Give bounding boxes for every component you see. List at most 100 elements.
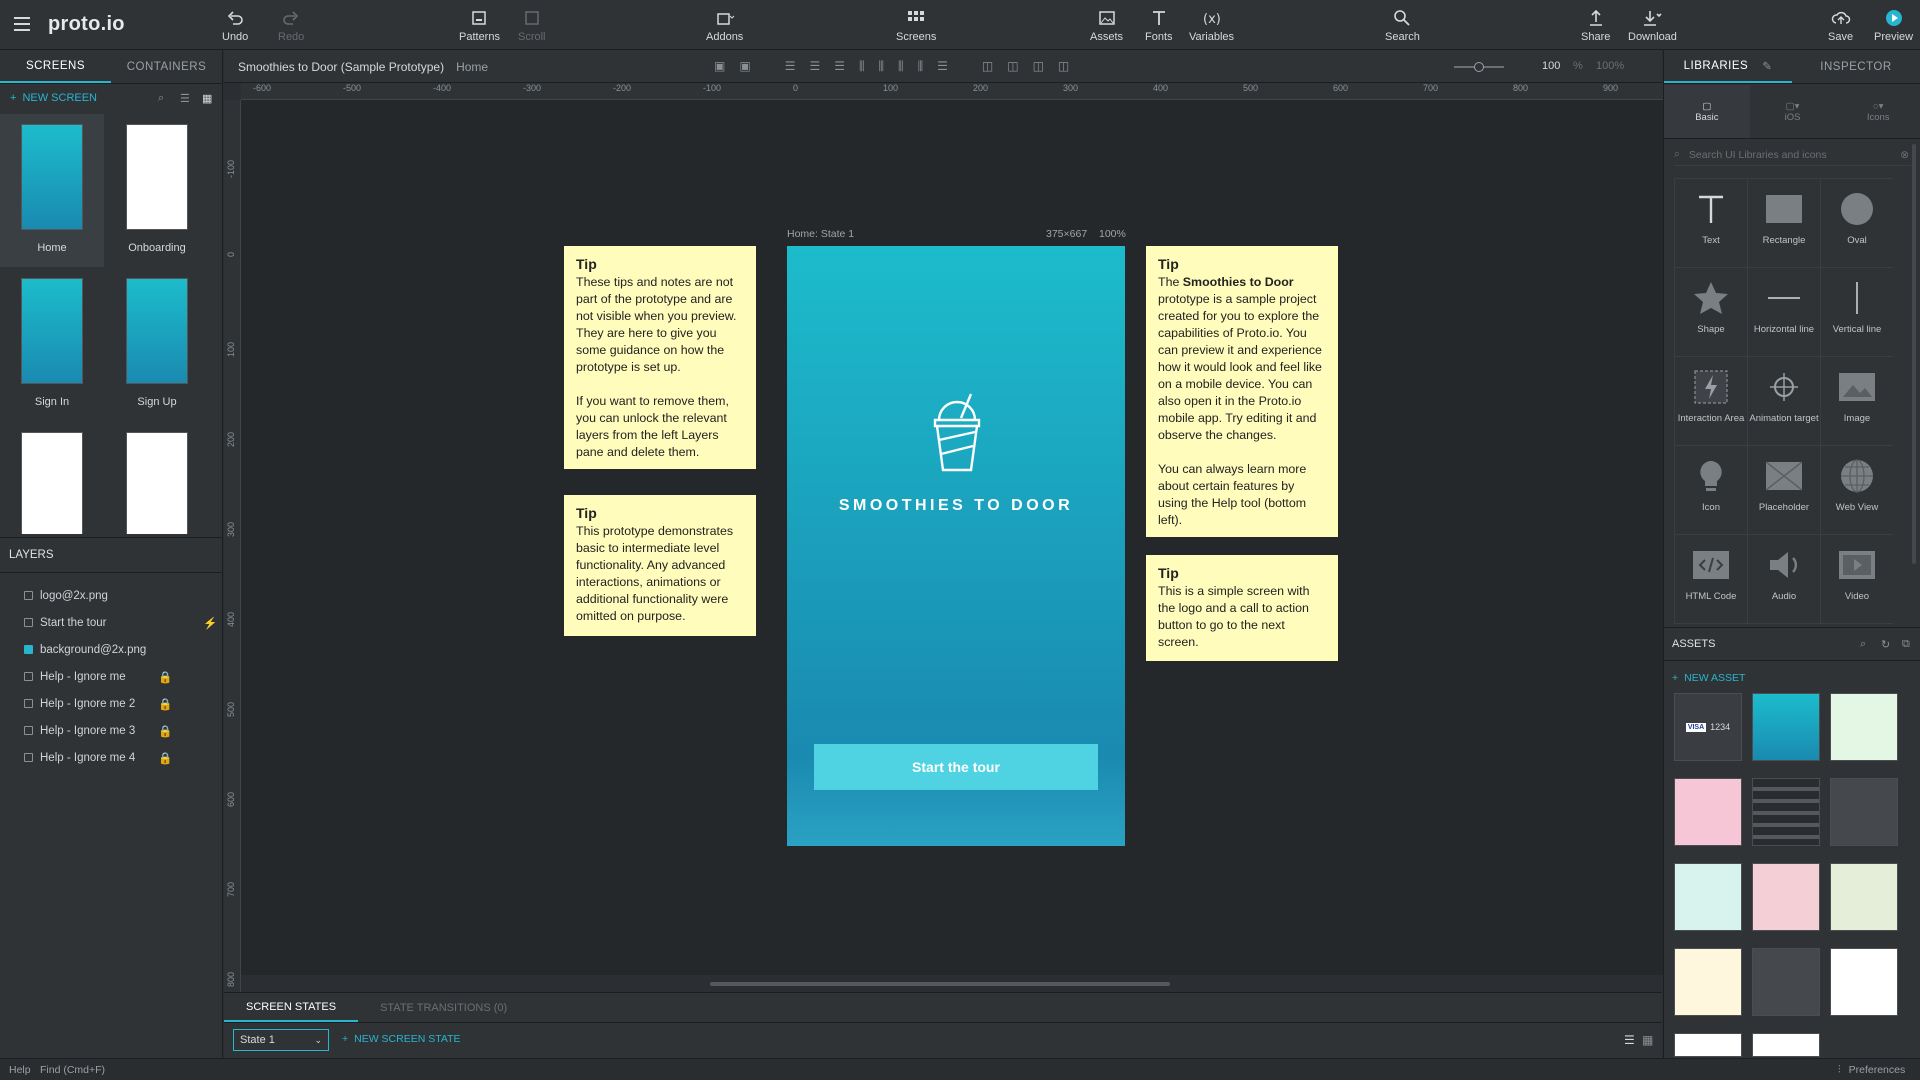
layer-item[interactable]: logo@2x.png xyxy=(0,582,223,609)
library-scrollbar[interactable] xyxy=(1912,144,1916,564)
screen-thumb-sign-in[interactable]: Sign In xyxy=(0,268,104,421)
align-right-icon[interactable]: ☰ xyxy=(834,59,845,74)
download-button[interactable]: Download xyxy=(1628,8,1677,43)
share-button[interactable]: Share xyxy=(1581,8,1610,43)
library-search-input[interactable]: ⌕ Search UI Libraries and icons ⊗ xyxy=(1674,144,1911,166)
tab-state-transitions[interactable]: STATE TRANSITIONS (0) xyxy=(358,993,529,1022)
preferences-link[interactable]: ⫶ Preferences xyxy=(1838,1064,1905,1077)
zoom-slider[interactable] xyxy=(1454,62,1504,72)
tab-screens[interactable]: SCREENS xyxy=(0,50,111,83)
lib-item-audio[interactable]: Audio xyxy=(1748,535,1821,624)
layer-item[interactable]: background@2x.png xyxy=(0,636,223,663)
asset-fruits[interactable] xyxy=(1830,693,1898,761)
align-icon[interactable]: ▣ xyxy=(714,59,725,74)
lib-item-web-view[interactable]: Web View xyxy=(1821,446,1893,535)
horizontal-scrollbar[interactable] xyxy=(710,982,1170,986)
lib-item-text[interactable]: Text xyxy=(1675,179,1748,268)
align-center-icon[interactable]: ☰ xyxy=(809,59,820,74)
search-icon[interactable]: ⌕ xyxy=(1860,638,1866,651)
asset-smoothie-cup[interactable] xyxy=(1674,778,1742,846)
asset-lines[interactable] xyxy=(1752,778,1820,846)
asset-background[interactable] xyxy=(1752,693,1820,761)
zoom-value[interactable]: 100 xyxy=(1542,60,1560,72)
asset-cup-outline[interactable] xyxy=(1752,948,1820,1016)
save-button[interactable]: Save xyxy=(1828,8,1853,43)
distribute-icon[interactable]: ⫼ xyxy=(918,59,924,74)
screens-button[interactable]: Screens xyxy=(896,8,936,43)
grid-view-icon[interactable]: ▦ xyxy=(1642,1033,1653,1047)
tab-containers[interactable]: CONTAINERS xyxy=(111,50,222,83)
asset-drink-photo[interactable] xyxy=(1752,863,1820,931)
distribute-icon[interactable]: ☰ xyxy=(937,59,948,74)
redo-button[interactable]: Redo xyxy=(278,8,304,43)
list-view-icon[interactable]: ☰ xyxy=(180,92,190,105)
zoom-slider-handle[interactable] xyxy=(1474,62,1484,72)
screen-thumb-home[interactable]: Home xyxy=(0,114,104,267)
asset-green-smoothie[interactable] xyxy=(1830,863,1898,931)
asset-mango-smoothie[interactable] xyxy=(1674,948,1742,1016)
lib-tab-basic[interactable]: ▢ Basic xyxy=(1664,85,1750,138)
tab-inspector[interactable]: INSPECTOR xyxy=(1792,50,1920,83)
layer-item[interactable]: Help - Ignore me 4 🔒 xyxy=(0,744,223,771)
lib-item-video[interactable]: Video xyxy=(1821,535,1893,624)
layer-item[interactable]: Help - Ignore me 🔒 xyxy=(0,663,223,690)
screen-thumb-sign-up[interactable]: Sign Up xyxy=(105,268,209,421)
patterns-button[interactable]: Patterns xyxy=(459,8,500,43)
lib-item-rectangle[interactable]: Rectangle xyxy=(1748,179,1821,268)
lock-icon[interactable]: 🔒 xyxy=(158,751,172,765)
align-top-icon[interactable]: ⫼ xyxy=(859,59,865,74)
layer-item[interactable]: Help - Ignore me 2 🔒 xyxy=(0,690,223,717)
search-button[interactable]: Search xyxy=(1385,8,1420,43)
state-select[interactable]: State 1 ⌄ xyxy=(233,1029,329,1051)
external-link-icon[interactable]: ⧉ xyxy=(1902,638,1910,651)
clear-icon[interactable]: ⊗ xyxy=(1900,149,1909,161)
arrange-icon[interactable]: ◫ xyxy=(1033,59,1044,74)
assets-button[interactable]: Assets xyxy=(1090,8,1123,43)
arrange-icon[interactable]: ◫ xyxy=(982,59,993,74)
layer-item[interactable]: Start the tour ⚡ xyxy=(0,609,223,636)
layer-item[interactable]: Help - Ignore me 3 🔒 xyxy=(0,717,223,744)
tab-screen-states[interactable]: SCREEN STATES xyxy=(224,993,359,1022)
search-icon[interactable]: ⌕ xyxy=(158,92,164,105)
asset-credit-card[interactable]: VISA 1234 xyxy=(1674,693,1742,761)
lib-item-html-code[interactable]: HTML Code xyxy=(1675,535,1748,624)
pin-icon[interactable]: ✎ xyxy=(1762,59,1772,73)
lib-tab-ios[interactable]: ▢▾ iOS xyxy=(1750,85,1836,138)
list-view-icon[interactable]: ☰ xyxy=(1624,1033,1635,1047)
refresh-icon[interactable]: ↻ xyxy=(1881,638,1890,651)
lib-item-animation-target[interactable]: Animation target xyxy=(1748,357,1821,446)
lib-item-horizontal-line[interactable]: Horizontal line xyxy=(1748,268,1821,357)
align-middle-icon[interactable]: ⫼ xyxy=(879,59,885,74)
grid-view-icon[interactable]: ▦ xyxy=(202,92,212,105)
asset-delivery-van[interactable] xyxy=(1674,863,1742,931)
zoom-fit[interactable]: 100% xyxy=(1596,60,1624,72)
menu-icon[interactable] xyxy=(14,17,30,31)
lib-item-vertical-line[interactable]: Vertical line xyxy=(1821,268,1893,357)
scroll-button[interactable]: Scroll xyxy=(518,8,546,43)
lib-item-shape[interactable]: Shape xyxy=(1675,268,1748,357)
tab-libraries[interactable]: LIBRARIES ✎ xyxy=(1664,50,1792,83)
start-tour-button[interactable]: Start the tour xyxy=(814,744,1098,790)
lib-item-interaction-area[interactable]: Interaction Area xyxy=(1675,357,1748,446)
screen-thumb-product-detail[interactable] xyxy=(105,422,209,534)
lock-icon[interactable]: 🔒 xyxy=(158,670,172,684)
screen-thumb-product[interactable] xyxy=(0,422,104,534)
screen-thumb-onboarding[interactable]: Onboarding xyxy=(105,114,209,267)
asset-logo[interactable] xyxy=(1830,778,1898,846)
asset-partial[interactable] xyxy=(1674,1033,1742,1057)
new-asset-button[interactable]: + NEW ASSET xyxy=(1672,670,1745,686)
addons-button[interactable]: Addons xyxy=(706,8,743,43)
align-left-icon[interactable]: ☰ xyxy=(785,59,796,74)
find-link[interactable]: Find (Cmd+F) xyxy=(40,1064,105,1076)
preview-button[interactable]: Preview xyxy=(1874,8,1913,43)
align-bottom-icon[interactable]: ⫼ xyxy=(898,59,904,74)
new-screen-state-button[interactable]: + NEW SCREEN STATE xyxy=(342,1033,461,1045)
lib-item-icon[interactable]: Icon xyxy=(1675,446,1748,535)
arrange-icon[interactable]: ◫ xyxy=(1058,59,1069,74)
asset-partial[interactable] xyxy=(1752,1033,1820,1057)
lock-icon[interactable]: 🔒 xyxy=(158,724,172,738)
lib-item-oval[interactable]: Oval xyxy=(1821,179,1893,268)
variables-button[interactable]: (x) Variables xyxy=(1189,8,1234,43)
undo-button[interactable]: Undo xyxy=(222,8,248,43)
phone-screen[interactable]: SMOOTHIES TO DOOR Start the tour xyxy=(787,246,1125,846)
